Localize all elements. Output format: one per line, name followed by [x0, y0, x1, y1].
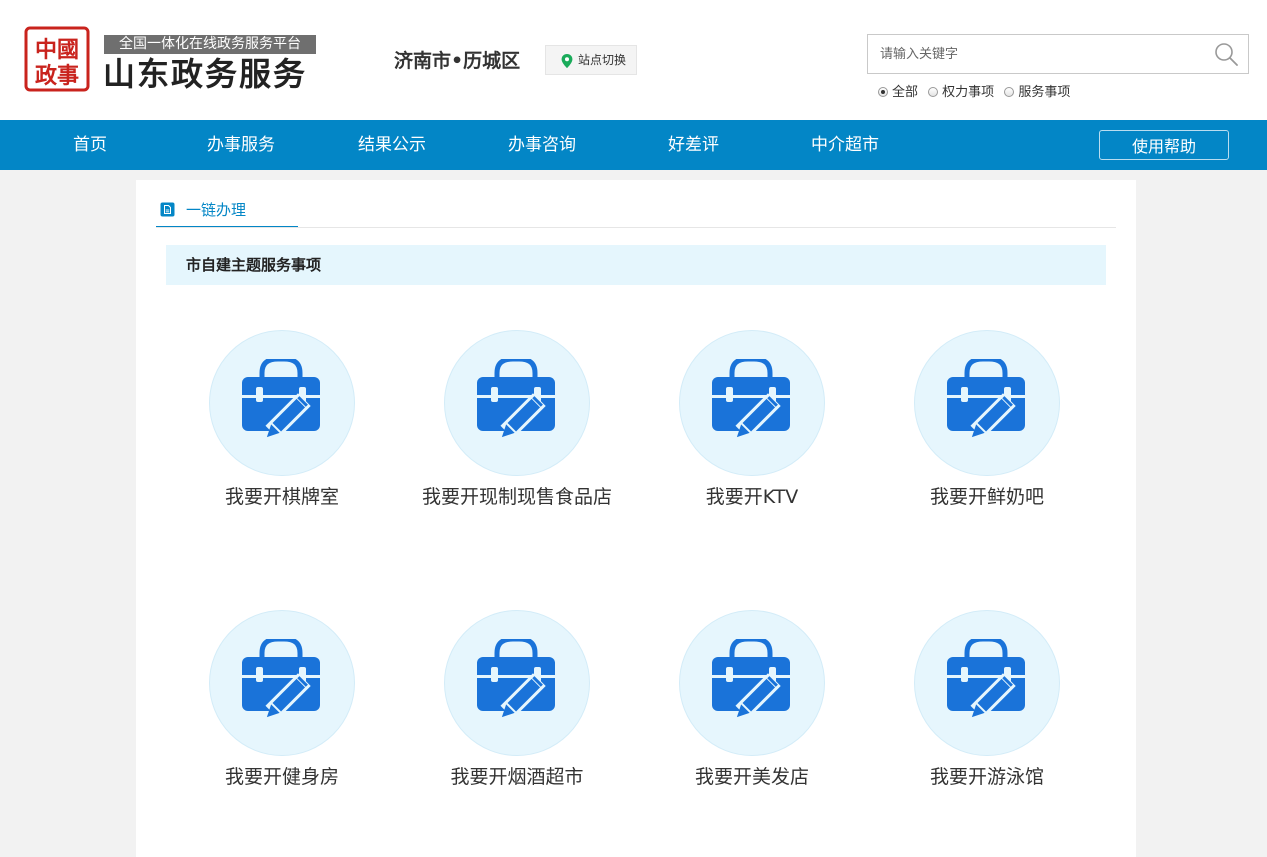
help-button[interactable]: 使用帮助: [1099, 130, 1229, 160]
radio-selected-icon: [878, 87, 888, 97]
service-icon-circle: [209, 610, 355, 756]
site-header: 中國 政事 全国一体化在线政务服务平台 山东政务服务 济南市•历城区 站点切换 …: [0, 0, 1267, 120]
search-input[interactable]: [878, 41, 1202, 67]
service-label: 我要开棋牌室: [224, 486, 339, 508]
briefcase-pen-icon: [477, 359, 555, 439]
search-scope-filters: 全部 权力事项 服务事项: [878, 84, 1076, 102]
site-switch-button[interactable]: 站点切换: [545, 45, 637, 75]
briefcase-pen-icon: [242, 359, 320, 439]
service-icon-circle: [679, 610, 825, 756]
tab-label: 一链办理: [186, 201, 247, 219]
content-card: 一链办理 市自建主题服务事项 我要开棋牌室 我要开现制现售食品店 我要开KTV 我要开…: [136, 180, 1136, 857]
platform-tagline: 全国一体化在线政务服务平台: [104, 35, 316, 54]
nav-evaluation[interactable]: 好差评: [668, 120, 719, 170]
service-icon-circle: [914, 610, 1060, 756]
service-label: 我要开现制现售食品店: [421, 486, 612, 508]
briefcase-pen-icon: [712, 359, 790, 439]
radio-icon: [928, 87, 939, 97]
site-brand-title[interactable]: 山东政务服务: [103, 53, 307, 95]
site-switch-label: 站点切换: [578, 53, 627, 67]
briefcase-pen-icon: [242, 639, 320, 719]
service-label: 我要开鲜奶吧: [929, 486, 1044, 508]
service-icon-circle: [444, 330, 590, 476]
service-icon-circle: [444, 610, 590, 756]
nav-home[interactable]: 首页: [73, 120, 107, 170]
document-icon: [160, 202, 175, 217]
nav-consult[interactable]: 办事咨询: [508, 120, 576, 170]
nav-intermediary-market[interactable]: 中介超市: [811, 120, 879, 170]
tab-one-chain[interactable]: 一链办理: [156, 198, 298, 228]
filter-all[interactable]: 全部: [878, 84, 918, 102]
current-region: 济南市•历城区: [394, 50, 521, 72]
svg-text:政事: 政事: [35, 63, 79, 89]
nav-services[interactable]: 办事服务: [207, 120, 275, 170]
search-box: [867, 34, 1249, 74]
briefcase-pen-icon: [712, 639, 790, 719]
filter-service-items[interactable]: 服务事项: [1004, 84, 1070, 102]
briefcase-pen-icon: [477, 639, 555, 719]
main-nav: 首页 办事服务 结果公示 办事咨询 好差评 中介超市 使用帮助: [0, 120, 1267, 170]
china-seal-logo-icon[interactable]: 中國 政事: [24, 26, 90, 92]
search-icon[interactable]: [1214, 42, 1238, 66]
tab-divider: [156, 227, 1116, 228]
radio-icon: [1004, 87, 1015, 97]
service-icon-circle: [209, 330, 355, 476]
service-icon-circle: [914, 330, 1060, 476]
service-label: 我要开健身房: [224, 766, 339, 788]
briefcase-pen-icon: [947, 359, 1025, 439]
service-label: 我要开烟酒超市: [450, 766, 584, 788]
map-pin-icon: [561, 54, 573, 68]
service-label: 我要开KTV: [705, 486, 799, 508]
service-label: 我要开美发店: [694, 766, 809, 788]
service-label: 我要开游泳馆: [929, 766, 1044, 788]
briefcase-pen-icon: [947, 639, 1025, 719]
section-title: 市自建主题服务事项: [166, 245, 1106, 285]
service-icon-circle: [679, 330, 825, 476]
svg-text:中國: 中國: [35, 37, 79, 63]
filter-power-items[interactable]: 权力事项: [928, 84, 994, 102]
nav-results[interactable]: 结果公示: [358, 120, 426, 170]
